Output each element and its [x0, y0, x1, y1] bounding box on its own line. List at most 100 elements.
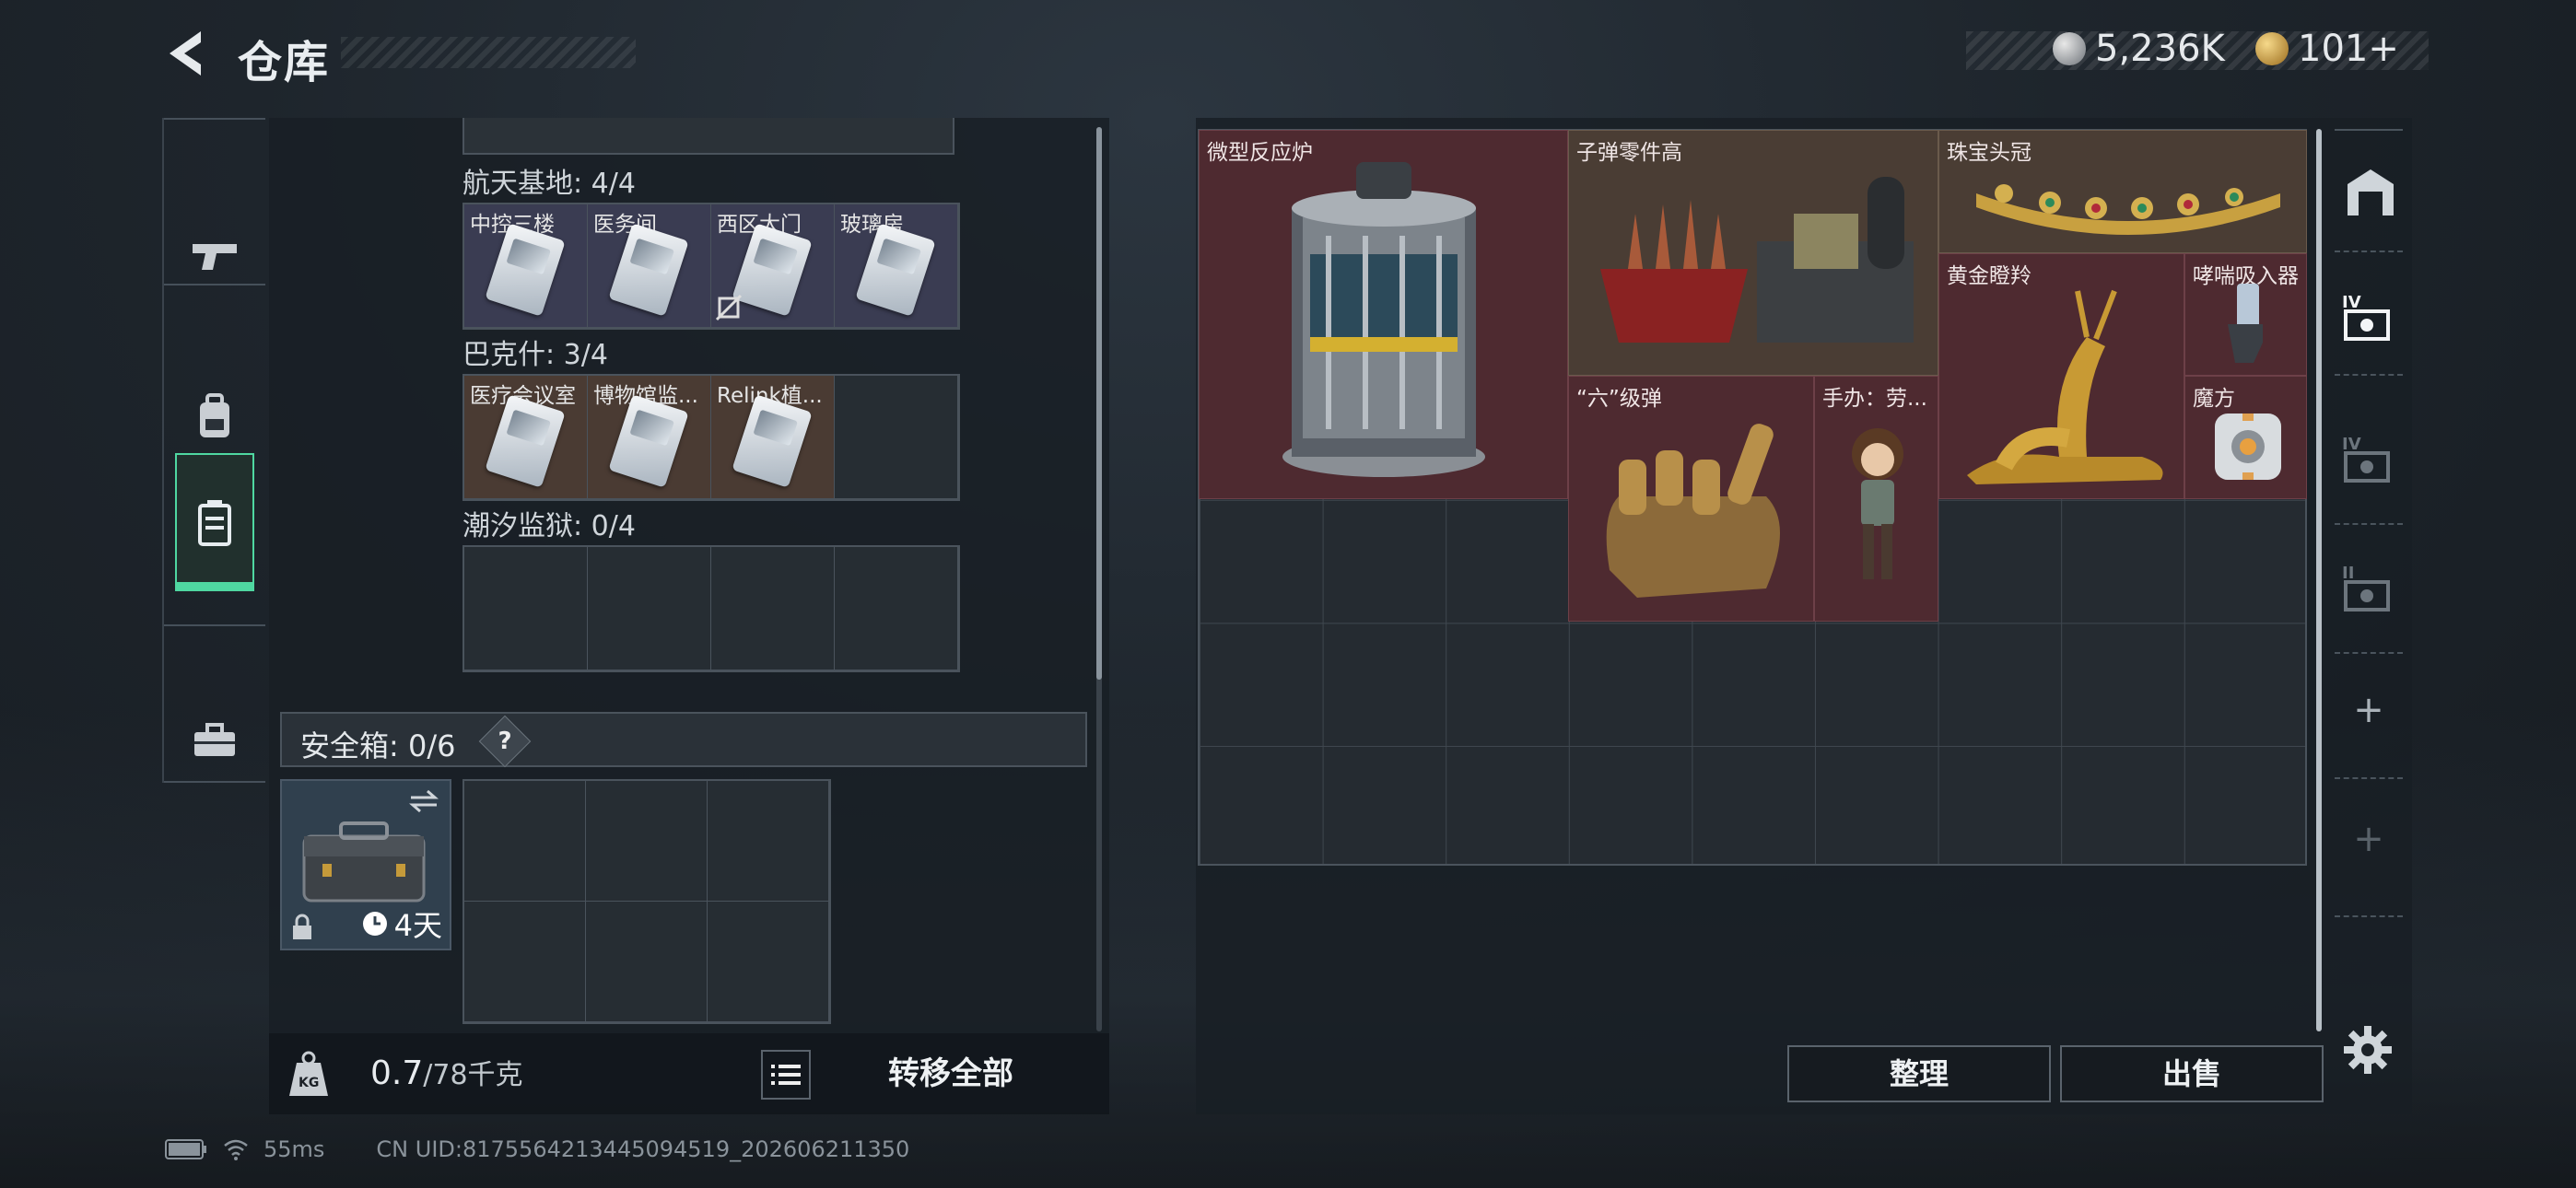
silver-currency[interactable]: 5,236K [2053, 28, 2225, 70]
item-figure[interactable]: 手办：劳... [1814, 376, 1938, 622]
warehouse-tabs: IV IV II + + [2325, 118, 2412, 1114]
item-ammo-parts[interactable]: 子弹零件高 [1568, 130, 1938, 376]
svg-text:IV: IV [2342, 293, 2361, 312]
battery-icon [165, 1139, 206, 1159]
weight-icon: KG [289, 1051, 328, 1096]
title-decoration [341, 37, 636, 68]
gold-coin-icon [2255, 32, 2289, 65]
keycard-slot-empty[interactable] [835, 547, 958, 670]
sort-button[interactable]: 整理 [1787, 1045, 2051, 1102]
inhaler-icon [2228, 284, 2263, 363]
add-tab-button[interactable]: + [2325, 689, 2412, 731]
case-icon [302, 821, 426, 903]
safe-box-header: 安全箱: 0/6 ? [280, 712, 1087, 768]
item-label: “六”级弹 [1576, 387, 1662, 411]
lock-icon [293, 914, 311, 939]
divider [2335, 777, 2403, 779]
ping-text: 55ms [263, 1136, 325, 1162]
clock-icon [362, 912, 387, 936]
list-icon [771, 1065, 801, 1085]
keycard-slot-empty[interactable] [464, 547, 588, 670]
timer-badge: 4天 [361, 903, 442, 945]
item-golden-gazelle[interactable]: 黄金瞪羚 [1938, 253, 2184, 499]
reactor-icon [1282, 162, 1485, 477]
group-title-aerospace: 航天基地: 4/4 [463, 168, 636, 200]
page-title: 仓库 [238, 37, 331, 88]
keycard-slot[interactable]: 中控三楼 [464, 204, 588, 328]
safe-box-grid [463, 779, 831, 1024]
keycard-slot[interactable]: 玻璃房 [835, 204, 958, 328]
keycard-slot-empty[interactable] [835, 376, 958, 499]
safe-box-label: 安全箱: 0/6 [300, 728, 456, 763]
divider [2335, 523, 2403, 525]
item-micro-reactor[interactable]: 微型反应炉 [1199, 130, 1568, 499]
pistol-icon [193, 244, 237, 270]
timer-text: 4天 [393, 908, 442, 943]
divider [164, 284, 265, 285]
cube-icon [2215, 413, 2281, 480]
gold-currency[interactable]: 101+ [2255, 28, 2399, 70]
sell-button[interactable]: 出售 [2060, 1045, 2324, 1102]
silver-coin-icon [2053, 32, 2086, 65]
gold-amount: 101+ [2298, 28, 2399, 70]
keycard-slot[interactable]: 西区大门 [711, 204, 835, 328]
left-scroll-thumb[interactable] [1096, 127, 1102, 680]
divider [2335, 374, 2403, 376]
weight-total: /78千克 [423, 1059, 523, 1091]
figure-icon [1852, 428, 1903, 579]
divider [2335, 250, 2403, 252]
safe-slot[interactable] [586, 781, 708, 902]
keycard-grid-bakhsh: 医疗会议室 博物馆监... Relink植... [463, 374, 960, 501]
swap-icon[interactable] [407, 788, 440, 814]
keycard-slot-empty[interactable] [711, 547, 835, 670]
ammo-parts-icon [1600, 177, 1914, 343]
settings-gear-icon[interactable] [2344, 1026, 2392, 1074]
right-scrollbar[interactable] [2316, 129, 2322, 1031]
transfer-all-button[interactable]: 转移全部 [840, 1033, 1061, 1114]
silver-amount: 5,236K [2095, 28, 2225, 70]
weight-readout: 0.7/78千克 [370, 1052, 523, 1092]
keycard-slot[interactable]: Relink植... [711, 376, 835, 499]
safe-slot[interactable] [708, 902, 829, 1022]
tab-keycards[interactable] [175, 453, 254, 591]
keycard-grid-aerospace: 中控三楼 医务间 西区大门 玻璃房 [463, 203, 960, 330]
keycard-slot-empty[interactable] [588, 547, 711, 670]
warehouse-icon[interactable] [2344, 166, 2397, 219]
keycard-ii-icon[interactable]: II [2340, 562, 2399, 617]
svg-text:II: II [2342, 564, 2354, 583]
wifi-icon [224, 1139, 248, 1160]
svg-text:IV: IV [2342, 435, 2361, 454]
keycard-slot[interactable]: 医务间 [588, 204, 711, 328]
left-bottom-bar: KG 0.7/78千克 转移全部 [269, 1033, 1109, 1114]
tab-tools[interactable] [175, 670, 254, 809]
safe-slot[interactable] [708, 781, 829, 902]
bullet-hand-icon [1606, 424, 1780, 598]
keycard-iv-icon[interactable]: IV [2340, 291, 2399, 346]
divider [2335, 652, 2403, 654]
group-title-tidal-prison: 潮汐监狱: 0/4 [463, 510, 636, 542]
uid-text: CN UID:8175564213445094519_202606211350 [376, 1136, 910, 1162]
item-cube[interactable]: 魔方 [2184, 376, 2307, 499]
item-level6-ammo[interactable]: “六”级弹 [1568, 376, 1814, 622]
keycard-slot[interactable]: 医疗会议室 [464, 376, 588, 499]
item-jewel-crown[interactable]: 珠宝头冠 [1938, 130, 2307, 253]
safe-slot[interactable] [586, 902, 708, 1022]
item-inhaler[interactable]: 哮喘吸入器 [2184, 253, 2307, 376]
divider [164, 118, 265, 120]
keycard-case-icon [198, 500, 231, 546]
crown-icon [1976, 184, 2280, 235]
divider [2335, 915, 2403, 917]
group-title-bakhsh: 巴克什: 3/4 [463, 339, 608, 371]
tab-weapons[interactable] [175, 188, 254, 326]
safe-slot[interactable] [464, 781, 586, 902]
help-icon: ? [498, 728, 512, 755]
keycard-iv-icon[interactable]: IV [2340, 433, 2399, 488]
list-view-button[interactable] [761, 1050, 811, 1100]
safe-box-item[interactable]: 4天 [280, 779, 451, 950]
item-label: 手办：劳... [1822, 387, 1927, 411]
help-button[interactable]: ? [478, 715, 532, 768]
back-arrow-icon[interactable] [164, 28, 206, 79]
add-tab-button-disabled: + [2353, 818, 2384, 860]
keycard-slot[interactable]: 博物馆监... [588, 376, 711, 499]
safe-slot[interactable] [464, 902, 586, 1022]
